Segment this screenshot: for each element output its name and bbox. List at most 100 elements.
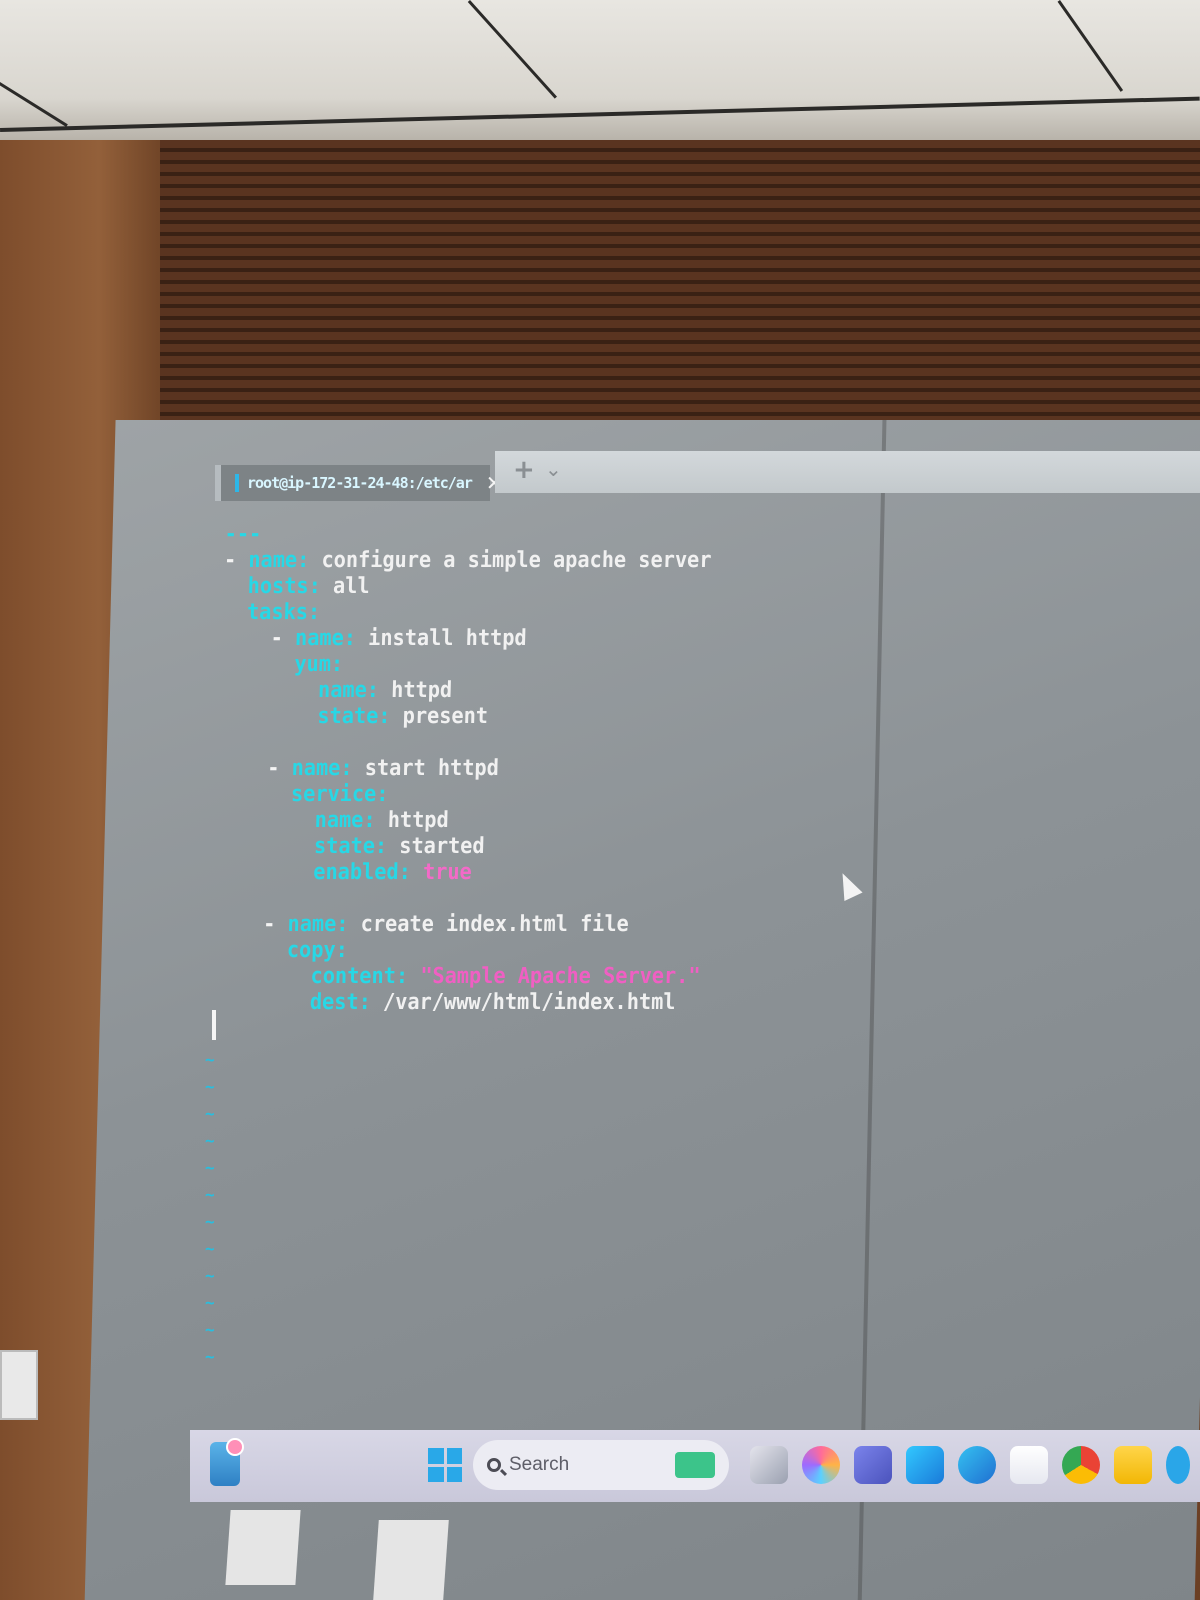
code-line: yum: (221, 652, 810, 678)
copilot-icon[interactable] (802, 1446, 840, 1484)
yaml-key: yum: (294, 652, 344, 677)
yaml-value: httpd (378, 678, 453, 703)
tilde-marker: ~ (205, 1239, 215, 1258)
yaml-value: start httpd (352, 756, 500, 781)
code-line: state: present (220, 704, 809, 730)
yaml-value: present (390, 704, 489, 729)
ceiling-tile-line (0, 82, 68, 127)
yaml-value: httpd (375, 808, 450, 833)
code-line: copy: (213, 938, 802, 964)
list-dash: - (262, 912, 276, 937)
tilde-marker: ~ (205, 1131, 215, 1150)
yaml-key: service: (290, 782, 389, 807)
yaml-value: configure a simple apache server (308, 548, 712, 573)
code-line: --- (224, 522, 813, 548)
edge-icon[interactable] (958, 1446, 996, 1484)
tilde-marker: ~ (205, 1077, 215, 1096)
yaml-key: tasks: (246, 600, 321, 625)
yaml-key: name: (294, 626, 357, 651)
new-tab-button[interactable]: + (513, 455, 535, 485)
start-button[interactable] (428, 1448, 462, 1482)
document-start: --- (224, 522, 262, 547)
yaml-value: create index.html file (348, 912, 630, 937)
yaml-key: enabled: (312, 860, 412, 885)
tilde-marker: ~ (205, 1185, 215, 1204)
yaml-key: name: (287, 912, 349, 937)
text-cursor (212, 1010, 216, 1040)
yaml-boolean: true (422, 860, 473, 885)
tilde-marker: ~ (205, 1050, 215, 1069)
search-icon (487, 1458, 501, 1472)
list-dash: - (223, 548, 237, 573)
windows-logo-tile (428, 1466, 444, 1482)
wall-socket (225, 1510, 301, 1585)
terminal-tab-bar: root@ip-172-31-24-48:/etc/ar ✕ + ⌄ (215, 451, 1200, 501)
code-line: name: httpd (220, 678, 809, 704)
code-line: - name: start httpd (218, 756, 807, 782)
terminal-icon (235, 474, 239, 492)
chevron-down-icon[interactable]: ⌄ (545, 457, 562, 481)
windows-logo-tile (428, 1448, 444, 1464)
code-line: service: (218, 782, 807, 808)
search-highlight-icon (675, 1452, 715, 1478)
terminal-tab[interactable]: root@ip-172-31-24-48:/etc/ar ✕ (215, 465, 503, 501)
ceiling (0, 0, 1200, 140)
taskbar-search[interactable]: Search (473, 1440, 729, 1490)
store-icon[interactable] (906, 1446, 944, 1484)
code-line: name: httpd (217, 808, 806, 834)
ceiling-tile-line (1057, 0, 1124, 92)
notification-badge (226, 1438, 244, 1456)
windows-logo-tile (446, 1448, 462, 1464)
tab-strip: + ⌄ (495, 451, 1200, 493)
yaml-value: /var/www/html/index.html (370, 990, 676, 1015)
yaml-editor-buffer[interactable]: --- - name: configure a simple apache se… (212, 522, 814, 1016)
wall-socket (373, 1520, 449, 1600)
yaml-key: state: (317, 704, 391, 729)
wood-slat-wall (160, 140, 1200, 430)
yaml-key: dest: (309, 990, 372, 1015)
code-line: dest: /var/www/html/index.html (212, 990, 801, 1016)
wall-thermostat (0, 1350, 38, 1420)
windows-logo-tile (446, 1466, 462, 1482)
yaml-key: name: (314, 808, 376, 833)
code-line: enabled: true (215, 860, 804, 886)
search-label: Search (509, 1454, 570, 1475)
yaml-string: "Sample Apache Server." (419, 964, 701, 989)
yaml-key: name: (291, 756, 353, 781)
tilde-marker: ~ (205, 1293, 215, 1312)
yaml-key: name: (317, 678, 380, 703)
code-line: hosts: all (223, 574, 812, 600)
yaml-value: install httpd (355, 626, 527, 651)
ceiling-edge (0, 96, 1200, 132)
yaml-key: name: (248, 548, 310, 573)
teams-icon[interactable] (854, 1446, 892, 1484)
app-icon[interactable] (1166, 1446, 1190, 1484)
file-explorer-icon[interactable] (1114, 1446, 1152, 1484)
ceiling-tile-line (467, 0, 557, 99)
tilde-marker: ~ (205, 1320, 215, 1339)
chrome-icon[interactable] (1062, 1446, 1100, 1484)
code-line: - name: create index.html file (214, 912, 803, 938)
list-dash: - (266, 756, 280, 781)
tilde-marker: ~ (205, 1104, 215, 1123)
widgets-icon[interactable] (210, 1438, 244, 1486)
yaml-key: state: (313, 834, 388, 859)
code-line: state: started (216, 834, 805, 860)
tilde-marker: ~ (205, 1266, 215, 1285)
photo-scene: root@ip-172-31-24-48:/etc/ar ✕ + ⌄ --- -… (0, 0, 1200, 1600)
yaml-value: all (320, 574, 370, 599)
code-line: - name: configure a simple apache server (224, 548, 813, 574)
code-line: tasks: (222, 600, 811, 626)
tilde-marker: ~ (205, 1212, 215, 1231)
taskbar: Search (190, 1430, 1200, 1502)
yaml-key: hosts: (247, 574, 322, 599)
notepad-icon[interactable] (1010, 1446, 1048, 1484)
yaml-key: copy: (286, 938, 349, 963)
yaml-key: content: (310, 964, 409, 989)
yaml-value: started (386, 834, 485, 859)
task-view-icon[interactable] (750, 1446, 788, 1484)
code-line: content: "Sample Apache Server." (213, 964, 802, 990)
code-line: - name: install httpd (222, 626, 811, 652)
